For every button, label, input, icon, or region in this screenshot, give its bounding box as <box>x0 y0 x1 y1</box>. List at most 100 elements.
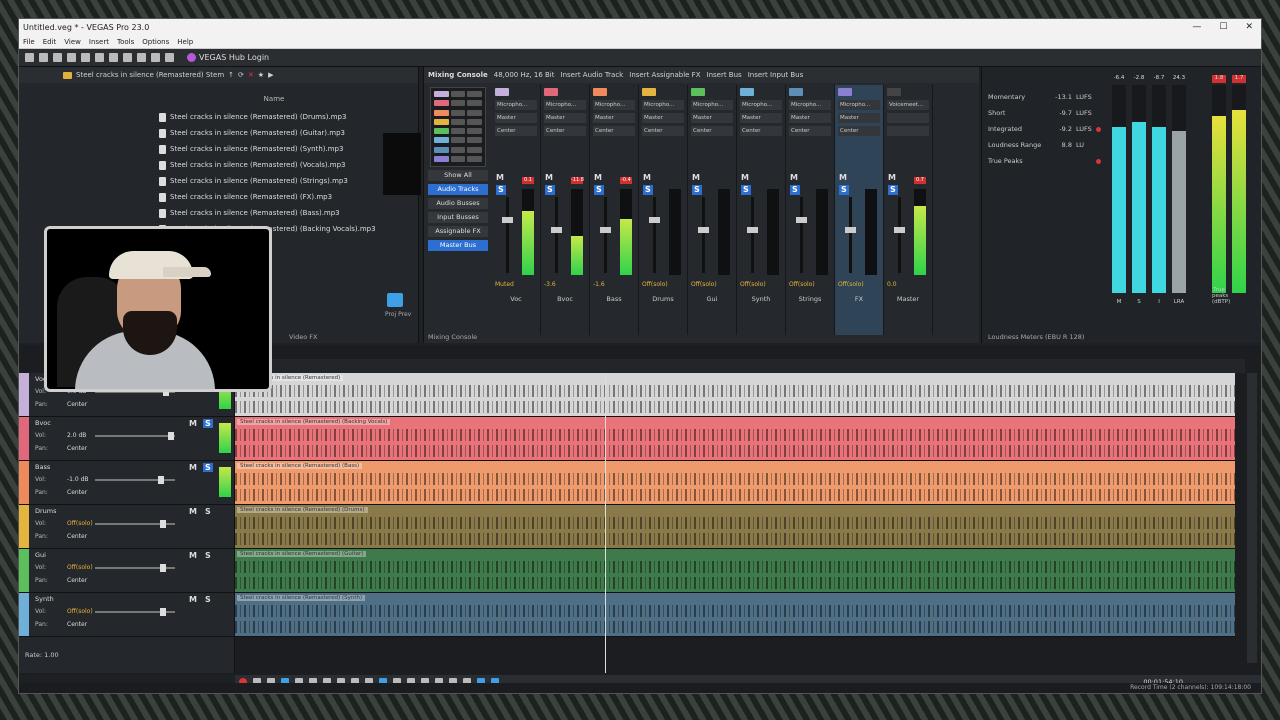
fader-knob[interactable] <box>845 227 856 233</box>
mute-button[interactable]: M <box>496 173 504 182</box>
track-name[interactable]: Bass <box>35 463 50 471</box>
explorer-path[interactable]: Steel cracks in silence (Remastered) Ste… <box>76 71 224 79</box>
mute-button[interactable]: M <box>189 463 197 472</box>
solo-button[interactable]: S <box>496 185 506 195</box>
favorite-icon[interactable]: ★ <box>258 71 264 79</box>
volume-fader[interactable] <box>894 197 905 273</box>
slider-thumb[interactable] <box>160 564 167 572</box>
vegas-hub-login[interactable]: VEGAS Hub Login <box>187 53 269 62</box>
strip-out[interactable]: Master <box>691 113 733 123</box>
track-header-drums[interactable]: Drums Vol: Off(solo) Pan: Center M S <box>19 505 234 549</box>
play-icon[interactable]: ▶ <box>268 71 273 79</box>
solo-button[interactable]: S <box>839 185 849 195</box>
mute-button[interactable]: M <box>888 173 896 182</box>
strip-input[interactable]: Micropho... <box>593 100 635 110</box>
track-name[interactable]: Gui <box>35 551 46 559</box>
menu-file[interactable]: File <box>23 38 35 46</box>
mute-button[interactable]: M <box>189 595 197 604</box>
menu-edit[interactable]: Edit <box>43 38 57 46</box>
refresh-icon[interactable]: ⟳ <box>238 71 244 79</box>
fader-knob[interactable] <box>600 227 611 233</box>
audio-event[interactable]: Steel cracks in silence (Remastered) (Ba… <box>235 461 1235 505</box>
slider-thumb[interactable] <box>160 608 167 616</box>
channel-strip-drums[interactable]: Micropho... Master Center M S Off(solo) Drums <box>639 85 688 335</box>
menu-options[interactable]: Options <box>142 38 169 46</box>
track-name[interactable]: Drums <box>35 507 57 515</box>
playhead-cursor[interactable] <box>605 373 606 673</box>
strip-pan[interactable]: Center <box>593 126 635 136</box>
view-button-4[interactable]: Assignable FX <box>428 226 488 237</box>
save-icon[interactable] <box>53 53 62 62</box>
close-icon[interactable]: ✕ <box>1245 22 1253 32</box>
paste-icon[interactable] <box>137 53 146 62</box>
channel-strip-master[interactable]: Voicemeet... M S 0.7 0.0 Master <box>884 85 933 335</box>
volume-fader[interactable] <box>747 197 758 273</box>
volume-slider[interactable] <box>95 520 175 528</box>
track-name[interactable]: Bvoc <box>35 419 51 427</box>
audio-event[interactable]: Steel cracks in silence (Remastered) (Ba… <box>235 417 1235 461</box>
volume-slider[interactable] <box>95 564 175 572</box>
solo-button[interactable]: S <box>888 185 898 195</box>
strip-out[interactable] <box>887 113 929 123</box>
mute-button[interactable]: M <box>692 173 700 182</box>
redo-icon[interactable] <box>165 53 174 62</box>
time-ruler[interactable] <box>235 359 1245 373</box>
delete-icon[interactable]: ✕ <box>248 71 254 79</box>
file-item[interactable]: Steel cracks in silence (Remastered) (Vo… <box>159 157 399 173</box>
mute-button[interactable]: M <box>189 419 197 428</box>
mute-button[interactable]: M <box>790 173 798 182</box>
solo-button[interactable]: S <box>790 185 800 195</box>
slider-thumb[interactable] <box>160 520 167 528</box>
slider-thumb[interactable] <box>157 476 164 484</box>
channel-strip-bass[interactable]: Micropho... Master Center M S -0.4 -1.6 Bass <box>590 85 639 335</box>
strip-out[interactable]: Master <box>740 113 782 123</box>
tab-mixing-console[interactable]: Mixing Console <box>428 333 477 341</box>
solo-button[interactable]: S <box>643 185 653 195</box>
channel-strip-synth[interactable]: Micropho... Master Center M S Off(solo) Synth <box>737 85 786 335</box>
strip-pan[interactable]: Center <box>838 126 880 136</box>
strip-pan[interactable]: Center <box>642 126 684 136</box>
mixer-tool-0[interactable]: Insert Audio Track <box>561 71 624 79</box>
mute-button[interactable]: M <box>189 507 197 516</box>
strip-input[interactable]: Micropho... <box>740 100 782 110</box>
column-name[interactable]: Name <box>159 95 389 103</box>
fader-knob[interactable] <box>698 227 709 233</box>
channel-strip-gui[interactable]: Micropho... Master Center M S Off(solo) Gui <box>688 85 737 335</box>
strip-input[interactable]: Micropho... <box>691 100 733 110</box>
volume-slider[interactable] <box>95 608 175 616</box>
solo-button[interactable]: S <box>203 551 213 560</box>
solo-button[interactable]: S <box>545 185 555 195</box>
strip-pan[interactable]: Center <box>740 126 782 136</box>
mixer-tool-1[interactable]: Insert Assignable FX <box>629 71 700 79</box>
volume-slider[interactable] <box>95 432 175 440</box>
mixer-tool-2[interactable]: Insert Bus <box>707 71 742 79</box>
strip-input[interactable]: Micropho... <box>495 100 537 110</box>
fader-knob[interactable] <box>796 217 807 223</box>
strip-input[interactable]: Micropho... <box>642 100 684 110</box>
volume-slider[interactable] <box>95 476 175 484</box>
reset-indicator-icon[interactable] <box>1096 126 1101 132</box>
mixer-tool-3[interactable]: Insert Input Bus <box>748 71 804 79</box>
strip-input[interactable]: Micropho... <box>838 100 880 110</box>
tab-video-fx[interactable]: Video FX <box>289 333 317 341</box>
strip-pan[interactable]: Center <box>691 126 733 136</box>
maximize-icon[interactable]: ☐ <box>1219 22 1227 32</box>
strip-out[interactable]: Master <box>642 113 684 123</box>
menu-tools[interactable]: Tools <box>117 38 134 46</box>
solo-button[interactable]: S <box>594 185 604 195</box>
fader-knob[interactable] <box>502 217 513 223</box>
strip-out[interactable]: Master <box>495 113 537 123</box>
menu-view[interactable]: View <box>64 38 81 46</box>
audio-event[interactable]: Steel cracks in silence (Remastered) (Dr… <box>235 505 1235 549</box>
fader-knob[interactable] <box>649 217 660 223</box>
mute-button[interactable]: M <box>839 173 847 182</box>
reset-indicator-icon[interactable] <box>1096 158 1101 164</box>
settings-icon[interactable] <box>81 53 90 62</box>
strip-out[interactable]: Master <box>544 113 586 123</box>
volume-fader[interactable] <box>551 197 562 273</box>
mute-button[interactable]: M <box>594 173 602 182</box>
track-header-bvoc[interactable]: Bvoc Vol: 2.0 dB Pan: Center M S <box>19 417 234 461</box>
vertical-scrollbar[interactable] <box>1247 373 1257 663</box>
mute-button[interactable]: M <box>643 173 651 182</box>
file-item[interactable]: Steel cracks in silence (Remastered) (St… <box>159 173 399 189</box>
